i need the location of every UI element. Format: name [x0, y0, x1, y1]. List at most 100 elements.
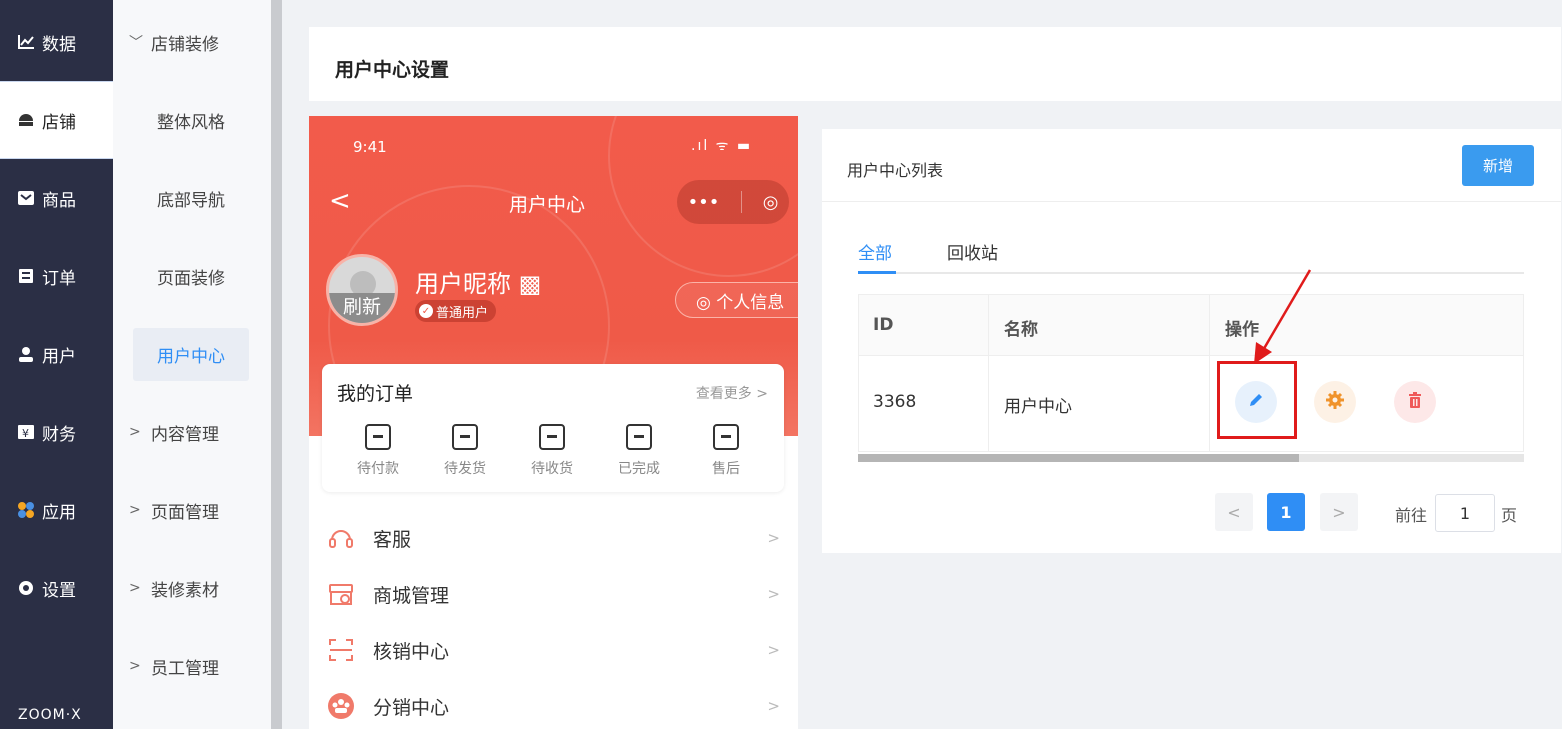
prev-page-button[interactable]: <: [1215, 493, 1253, 531]
submenu-group-content[interactable]: > 内容管理: [113, 393, 271, 471]
submenu-item-overall-style[interactable]: 整体风格: [113, 81, 271, 159]
goto-label: 前往: [1395, 506, 1428, 525]
column-header-name: 名称: [1004, 320, 1038, 340]
rail-item-orders[interactable]: 订单: [0, 237, 113, 315]
order-status-label: 待发货: [444, 461, 486, 477]
submenu-group-shop-decor[interactable]: ﹀ 店铺装修: [113, 3, 271, 81]
user-icon: [16, 344, 36, 364]
mini-capsule: ••• ◎: [677, 180, 789, 224]
orders-more-link[interactable]: 查看更多 >: [696, 383, 768, 403]
profile-button[interactable]: ◎ 个人信息: [675, 282, 798, 318]
menu-row-mall-admin[interactable]: 商城管理 >: [309, 566, 798, 622]
submenu-item-page-decor[interactable]: 页面装修: [113, 237, 271, 315]
submenu-label: 内容管理: [151, 424, 219, 445]
cell-id: 3368: [873, 392, 917, 412]
column-header-id: ID: [873, 315, 894, 335]
scrollbar-thumb[interactable]: [858, 454, 1299, 462]
table-horizontal-scrollbar[interactable]: [858, 454, 1524, 462]
delete-button[interactable]: [1394, 381, 1436, 423]
brand-logo: ZOOM·X: [18, 707, 82, 723]
submenu-label: 店铺装修: [151, 34, 219, 55]
list-title: 用户中心列表: [847, 161, 944, 180]
chevron-right-icon: >: [767, 529, 780, 547]
chevron-right-icon: >: [129, 424, 141, 440]
check-box-icon: [626, 424, 652, 450]
submenu-label: 用户中心: [133, 327, 249, 381]
main-nav-rail: 数据 店铺 商品 订单 用户 ¥ 财务 应用 设置 ZOOM·X: [0, 0, 113, 729]
box-icon: [452, 424, 478, 450]
order-status-pending-payment[interactable]: 待付款: [343, 424, 413, 478]
finance-icon: ¥: [16, 422, 36, 442]
order-status-after-sales[interactable]: 售后: [691, 424, 761, 478]
submenu-item-bottom-nav[interactable]: 底部导航: [113, 159, 271, 237]
highlight-box: [1217, 361, 1297, 439]
rail-item-finance[interactable]: ¥ 财务: [0, 393, 113, 471]
phone-time: 9:41: [353, 138, 387, 156]
rail-item-label: 商品: [42, 190, 76, 211]
settings-icon: [16, 578, 36, 598]
avatar-refresh: 刷新: [329, 293, 395, 323]
submenu-item-user-center[interactable]: 用户中心: [113, 315, 271, 393]
next-page-button[interactable]: >: [1320, 493, 1358, 531]
page-header: 用户中心设置: [309, 27, 1561, 101]
rail-item-label: 订单: [42, 268, 76, 289]
order-status-pending-receive[interactable]: 待收货: [517, 424, 587, 478]
my-orders-card: 我的订单 查看更多 > 待付款 待发货 待收货 已完成 售后: [322, 364, 784, 492]
annotation-arrow-icon: [1254, 269, 1312, 364]
menu-label: 客服: [373, 528, 412, 551]
column-divider: [1209, 294, 1210, 452]
submenu-scrollbar[interactable]: [271, 0, 282, 729]
table-row: 3368 用户中心: [858, 356, 1524, 452]
svg-text:¥: ¥: [22, 427, 29, 440]
rail-item-shop[interactable]: 店铺: [0, 81, 113, 159]
user-level-label: 普通用户: [436, 305, 489, 321]
close-icon[interactable]: ◎: [763, 192, 779, 213]
rail-item-data[interactable]: 数据: [0, 3, 113, 81]
headset-icon: [326, 523, 356, 553]
tabs-divider: [858, 272, 1524, 274]
more-icon[interactable]: •••: [688, 192, 720, 213]
submenu-group-materials[interactable]: > 装修素材: [113, 549, 271, 627]
submenu-group-staff[interactable]: > 员工管理: [113, 627, 271, 705]
chevron-right-icon: >: [767, 697, 780, 715]
add-button[interactable]: 新增: [1462, 145, 1534, 186]
page-1-button[interactable]: 1: [1267, 493, 1305, 531]
order-status-pending-ship[interactable]: 待发货: [430, 424, 500, 478]
table-header: ID 名称 操作: [858, 294, 1524, 356]
submenu-group-pages[interactable]: > 页面管理: [113, 471, 271, 549]
rail-item-label: 店铺: [42, 112, 76, 133]
rail-item-label: 设置: [42, 580, 76, 601]
cell-name: 用户中心: [1004, 397, 1072, 417]
chevron-right-icon: >: [767, 641, 780, 659]
chart-icon: [16, 32, 36, 52]
menu-label: 核销中心: [373, 640, 450, 663]
rail-item-goods[interactable]: 商品: [0, 159, 113, 237]
avatar[interactable]: 刷新: [326, 254, 398, 326]
phone-preview: 9:41 .ıl ᯤ ▬ < 用户中心 ••• ◎ 刷新 用户昵称 ▩ ✓ 普通…: [309, 116, 798, 729]
tab-all[interactable]: 全部: [858, 239, 892, 264]
back-icon[interactable]: <: [329, 186, 351, 216]
wallet-icon: [365, 424, 391, 450]
rail-item-apps[interactable]: 应用: [0, 471, 113, 549]
rail-item-users[interactable]: 用户: [0, 315, 113, 393]
menu-row-customer-service[interactable]: 客服 >: [309, 510, 798, 566]
menu-row-distribution[interactable]: 分销中心 >: [309, 678, 798, 729]
submenu-label: 底部导航: [157, 190, 225, 211]
settings-button[interactable]: [1314, 381, 1356, 423]
level-icon: ✓: [419, 304, 433, 318]
list-header: 用户中心列表 新增: [822, 129, 1561, 202]
tab-recycle-bin[interactable]: 回收站: [947, 239, 998, 264]
user-nickname: 用户昵称 ▩: [415, 270, 542, 298]
menu-row-verification[interactable]: 核销中心 >: [309, 622, 798, 678]
truck-icon: [539, 424, 565, 450]
rail-item-settings[interactable]: 设置: [0, 549, 113, 627]
trash-icon: [1406, 391, 1424, 413]
order-status-completed[interactable]: 已完成: [604, 424, 674, 478]
rail-item-label: 应用: [42, 502, 76, 523]
phone-status-icons: .ıl ᯤ ▬: [691, 138, 753, 154]
return-icon: [713, 424, 739, 450]
chevron-right-icon: >: [129, 502, 141, 518]
goto-page-input[interactable]: [1435, 494, 1495, 532]
submenu-label: 装修素材: [151, 580, 219, 601]
order-icon: [16, 266, 36, 286]
